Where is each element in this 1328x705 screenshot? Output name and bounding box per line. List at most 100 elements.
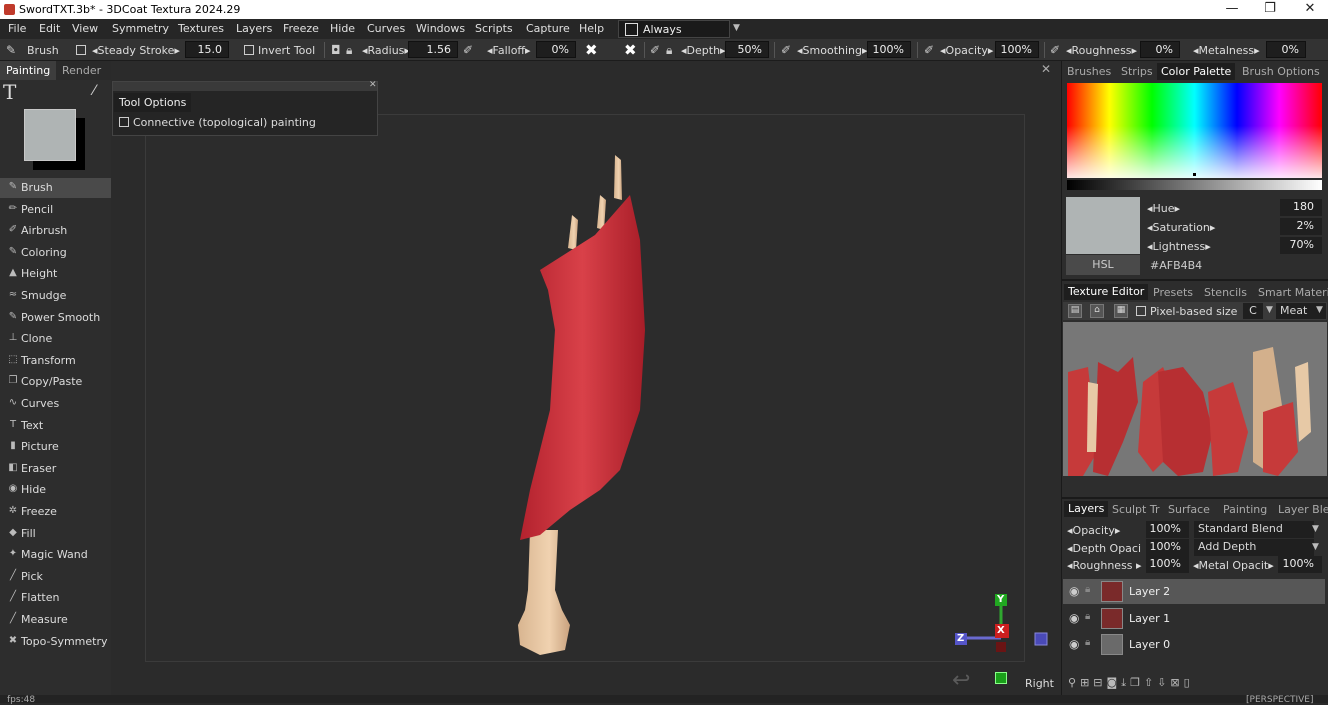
chevron-down-icon-depth[interactable]: ▼ [1312, 542, 1319, 552]
tool-brush[interactable]: ✎ Brush [0, 178, 111, 198]
blend-mode-select[interactable]: Standard Blend [1194, 521, 1314, 538]
undo-arrow-icon[interactable]: ↩ [952, 668, 970, 693]
menu-view[interactable]: View [72, 22, 98, 35]
tool-copy-paste[interactable]: ❐ Copy/Paste [0, 372, 111, 392]
color-mode-button[interactable]: HSL [1066, 255, 1140, 275]
tool-airbrush[interactable]: ✐ Airbrush [0, 221, 111, 241]
pen-icon-2[interactable]: ✐ [781, 43, 791, 57]
lock-icon-layer[interactable]: 🔒︎ [1085, 637, 1090, 648]
smoothing-field[interactable]: 100% [867, 41, 911, 58]
text-tool-icon[interactable]: T [3, 80, 16, 104]
always-dropdown[interactable]: Always [618, 20, 730, 38]
menu-freeze[interactable]: Freeze [283, 22, 319, 35]
tab-surface[interactable]: Surface [1168, 503, 1210, 516]
chevron-down-icon-blend[interactable]: ▼ [1312, 524, 1319, 534]
channel-select[interactable]: C [1243, 303, 1263, 319]
layer-row[interactable]: ◉ 🔒︎ Layer 0 [1063, 632, 1325, 657]
tool-freeze[interactable]: ✲ Freeze [0, 502, 111, 522]
color-spectrum[interactable] [1067, 83, 1322, 178]
file-icon[interactable]: ▤ [1068, 304, 1082, 318]
hex-value[interactable]: #AFB4B4 [1150, 259, 1202, 272]
tool-text[interactable]: T Text [0, 416, 111, 436]
menu-help[interactable]: Help [579, 22, 604, 35]
current-color-swatch[interactable] [24, 109, 76, 161]
layer-name[interactable]: Layer 2 [1129, 585, 1170, 598]
tool-options-tab[interactable]: Tool Options [114, 93, 192, 112]
pen-icon[interactable]: ✐ [650, 43, 660, 57]
tab-painting[interactable]: Painting [0, 61, 57, 80]
layer-roughness-field[interactable]: 100% [1146, 556, 1189, 573]
tool-curves[interactable]: ∿ Curves [0, 394, 111, 414]
tab-strips[interactable]: Strips [1121, 65, 1153, 78]
tool-power-smooth[interactable]: ✎ Power Smooth [0, 308, 111, 328]
tool-pencil[interactable]: ✏ Pencil [0, 200, 111, 220]
layer-name[interactable]: Layer 1 [1129, 612, 1170, 625]
menu-hide[interactable]: Hide [330, 22, 355, 35]
lock-icon-layer[interactable]: 🔒︎ [1085, 611, 1090, 622]
maximize-button[interactable]: ❐ [1250, 0, 1290, 19]
lightness-field[interactable]: 70% [1280, 237, 1322, 254]
steady-stroke-field[interactable]: 15.0 [185, 41, 229, 58]
lock-icon-layer[interactable]: 🔒︎ [1085, 584, 1090, 595]
lock-icon-2[interactable]: 🔒︎ [666, 43, 672, 58]
layer-name[interactable]: Layer 0 [1129, 638, 1170, 651]
always-checkbox[interactable] [625, 23, 638, 36]
menu-file[interactable]: File [8, 22, 26, 35]
tool-topo-symmetry[interactable]: ✖ Topo-Symmetry [0, 632, 111, 652]
tool-hide[interactable]: ◉ Hide [0, 480, 111, 500]
layer-row[interactable]: ◉ 🔒︎ Layer 1 [1063, 606, 1325, 631]
tool-magic-wand[interactable]: ✦ Magic Wand [0, 545, 111, 565]
menu-symmetry[interactable]: Symmetry [112, 22, 169, 35]
tool-clone[interactable]: ⊥ Clone [0, 329, 111, 349]
chevron-down-icon-channel[interactable]: ▼ [1266, 305, 1273, 315]
green-square-icon[interactable] [995, 672, 1007, 684]
add-folder-icon[interactable]: ⊟ [1093, 676, 1106, 689]
sword-model[interactable] [500, 150, 660, 660]
close-icon-2[interactable]: ✖ [624, 41, 637, 59]
menu-windows[interactable]: Windows [416, 22, 465, 35]
pixel-based-size-checkbox[interactable]: Pixel-based size [1136, 305, 1237, 318]
tab-brush-options[interactable]: Brush Options [1242, 65, 1320, 78]
grid-icon[interactable]: ▦ [1114, 304, 1128, 318]
tool-options-header[interactable] [113, 82, 377, 91]
tab-texture-editor[interactable]: Texture Editor [1064, 284, 1149, 300]
tool-smudge[interactable]: ≈ Smudge [0, 286, 111, 306]
tool-measure[interactable]: ╱ Measure [0, 610, 111, 630]
hue-field[interactable]: 180 [1280, 199, 1322, 216]
steady-stroke-checkbox[interactable] [76, 44, 90, 57]
menu-scripts[interactable]: Scripts [475, 22, 513, 35]
lock-icon[interactable]: 🔒︎ [346, 43, 352, 58]
metalness-field[interactable]: 0% [1266, 41, 1306, 58]
invert-tool-checkbox[interactable]: Invert Tool [244, 44, 315, 57]
falloff-field[interactable]: 0% [536, 41, 576, 58]
menu-textures[interactable]: Textures [178, 22, 224, 35]
tab-brushes[interactable]: Brushes [1067, 65, 1111, 78]
layer-opacity-field[interactable]: 100% [1146, 521, 1189, 538]
depth-opacity-field[interactable]: 100% [1146, 539, 1189, 556]
mouse-icon[interactable]: ◘ [331, 43, 341, 57]
depth-mode-select[interactable]: Add Depth [1194, 539, 1314, 556]
close-icon[interactable]: ✖ [585, 41, 598, 59]
roughness-field[interactable]: 0% [1140, 41, 1180, 58]
clear-icon[interactable]: ⊠ [1170, 676, 1183, 689]
merge-down-icon[interactable]: ⤓ [1121, 676, 1130, 689]
add-layer-icon[interactable]: ⊞ [1080, 676, 1093, 689]
eye-icon[interactable]: ◉ [1069, 611, 1079, 625]
connective-painting-checkbox[interactable]: Connective (topological) painting [119, 116, 316, 129]
radius-field[interactable]: 1.56 [408, 41, 458, 58]
brush-tip-icon[interactable]: ⁄ [93, 83, 95, 99]
pen-pressure-icon[interactable]: ✐ [463, 43, 473, 57]
close-icon-popup[interactable]: ✕ [369, 80, 377, 90]
pen-icon-4[interactable]: ✐ [1050, 43, 1060, 57]
tab-color-palette[interactable]: Color Palette [1157, 63, 1236, 80]
close-viewport-icon[interactable]: ✕ [1041, 62, 1051, 76]
tab-presets[interactable]: Presets [1153, 286, 1193, 299]
eye-icon[interactable]: ◉ [1069, 637, 1079, 651]
chevron-down-icon-mesh[interactable]: ▼ [1316, 305, 1323, 315]
metal-opacity-field[interactable]: 100% [1278, 556, 1322, 573]
tool-picture[interactable]: ▮ Picture [0, 437, 111, 457]
chevron-down-icon[interactable]: ▼ [733, 23, 740, 33]
tool-eraser[interactable]: ◧ Eraser [0, 459, 111, 479]
close-window-button[interactable]: ✕ [1290, 0, 1328, 19]
duplicate-icon[interactable]: ❐ [1130, 676, 1144, 689]
